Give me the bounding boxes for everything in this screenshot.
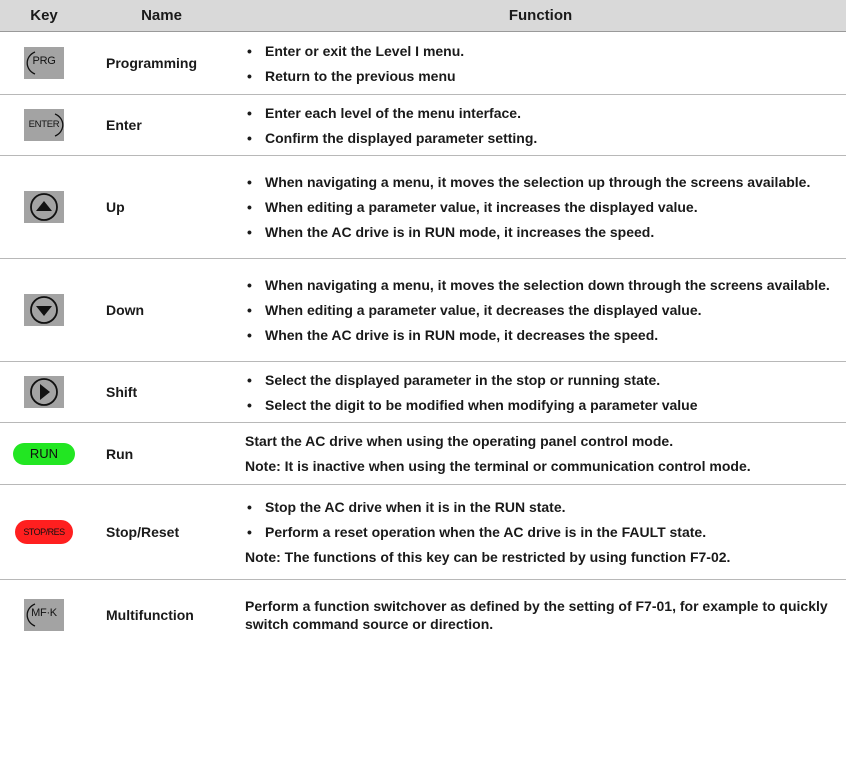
header-function: Function xyxy=(235,0,846,32)
stop-reset-key-icon: STOP/RES xyxy=(15,520,73,544)
table-row: ENTER Enter • Enter each level of the men… xyxy=(0,94,846,156)
list-item: • Select the displayed parameter in the s… xyxy=(247,371,661,388)
function-note: Note: It is inactive when using the term… xyxy=(245,458,751,474)
header-name: Name xyxy=(88,0,235,32)
run-key-icon: RUN xyxy=(13,442,75,465)
header-row: Key Name Function xyxy=(0,0,846,32)
key-name: Programming xyxy=(88,31,235,95)
right-arrow-icon xyxy=(24,376,64,408)
key-cell xyxy=(0,155,88,259)
key-name: Enter xyxy=(88,94,235,156)
key-function: • When navigating a menu, it moves the se… xyxy=(235,155,846,259)
key-name: Multifunction xyxy=(106,606,194,623)
mf-k-key-label: MF·K xyxy=(31,606,57,619)
key-cell: RUN xyxy=(0,422,88,485)
table-row: Down • When navigating a menu, it moves t… xyxy=(0,258,846,362)
function-note: Note: The functions of this key can be r… xyxy=(245,549,731,565)
key-name: Stop/Reset xyxy=(88,484,235,580)
key-cell: ENTER xyxy=(0,94,88,156)
key-name: Shift xyxy=(88,361,235,423)
key-cell xyxy=(0,258,88,362)
table-row: RUN Run Start the AC drive when using th… xyxy=(0,422,846,485)
prg-key-icon: PRG xyxy=(24,47,64,79)
key-cell xyxy=(0,361,88,423)
key-function: Perform a function switchover as defined… xyxy=(235,580,846,650)
list-item: • When the AC drive is in RUN mode, it in… xyxy=(247,224,655,240)
table-row: STOP/RES Stop/Reset • Stop the AC drive w… xyxy=(0,484,846,580)
list-item: • Perform a reset operation when the AC d… xyxy=(247,524,707,540)
list-item: • Enter each level of the menu interface. xyxy=(247,104,521,121)
list-item: • When the AC drive is in RUN mode, it de… xyxy=(247,327,659,343)
key-function: • When navigating a menu, it moves the se… xyxy=(235,258,846,362)
enter-key-label: ENTER xyxy=(28,119,60,130)
key-cell: PRG xyxy=(0,31,88,95)
list-item: • When navigating a menu, it moves the se… xyxy=(247,174,811,190)
table-row: MF·K Multifunction Perform a function sw… xyxy=(0,580,846,650)
list-item: • Enter or exit the Level I menu. xyxy=(247,42,465,59)
function-text: Perform a function switchover as defined… xyxy=(245,597,828,632)
list-item: • Stop the AC drive when it is in the RUN… xyxy=(247,499,566,515)
up-arrow-icon xyxy=(24,191,64,223)
key-function-table: Key Name Function PRG Programming • Enter… xyxy=(0,0,846,650)
list-item: • When editing a parameter value, it incr… xyxy=(247,199,698,215)
header-key: Key xyxy=(0,0,88,32)
prg-key-label: PRG xyxy=(32,55,56,67)
key-name: Down xyxy=(88,258,235,362)
list-item: • When editing a parameter value, it decr… xyxy=(247,302,702,318)
table-row: PRG Programming • Enter or exit the Level… xyxy=(0,31,846,95)
key-cell: STOP/RES xyxy=(0,484,88,580)
down-arrow-icon xyxy=(24,294,64,326)
key-function-table-wrapper: Key Name Function PRG Programming • Enter… xyxy=(0,0,846,650)
key-function: • Stop the AC drive when it is in the RUN… xyxy=(235,484,846,580)
key-function: • Enter each level of the menu interface.… xyxy=(235,94,846,156)
list-item: • Return to the previous menu xyxy=(247,67,456,84)
key-function: • Enter or exit the Level I menu. • Return… xyxy=(235,31,846,95)
table-row: Shift • Select the displayed parameter in… xyxy=(0,361,846,423)
list-item: • Confirm the displayed parameter setting… xyxy=(247,129,538,146)
key-function: Start the AC drive when using the operat… xyxy=(235,422,846,485)
function-text: Start the AC drive when using the operat… xyxy=(245,433,674,449)
key-name: Up xyxy=(88,155,235,259)
list-item: • When navigating a menu, it moves the se… xyxy=(247,277,830,293)
key-cell: MF·K xyxy=(0,580,88,650)
enter-key-icon: ENTER xyxy=(24,109,64,141)
key-function: • Select the displayed parameter in the s… xyxy=(235,361,846,423)
mf-k-key-icon: MF·K xyxy=(24,598,64,631)
key-name: Run xyxy=(88,422,235,485)
list-item: • Select the digit to be modified when mo… xyxy=(247,396,698,413)
table-row: Up • When navigating a menu, it moves the… xyxy=(0,155,846,259)
